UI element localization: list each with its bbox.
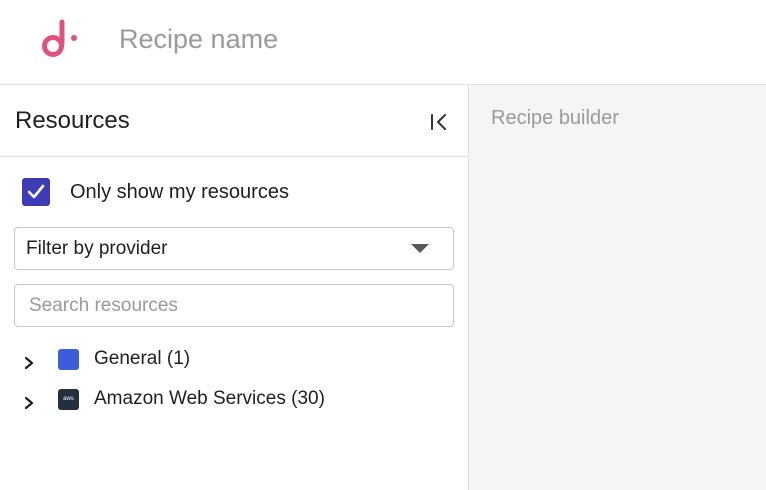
resources-sidebar: Resources Only show my resources Filter …: [0, 85, 469, 490]
d-logo-icon[interactable]: [38, 18, 82, 62]
only-show-mine-checkbox[interactable]: [22, 178, 50, 206]
chevron-right-icon[interactable]: [22, 394, 36, 412]
only-show-mine-label: Only show my resources: [70, 180, 289, 203]
tree-item-general[interactable]: General (1): [0, 343, 468, 383]
top-bar: Recipe name: [0, 0, 766, 85]
sidebar-header: Resources: [0, 85, 468, 157]
resource-tree: General (1) aws Amazon Web Services (30): [0, 343, 468, 423]
aws-icon: aws: [58, 389, 79, 410]
chevron-right-icon[interactable]: [22, 354, 36, 372]
dropdown-arrow-icon: [411, 244, 429, 253]
general-square-icon: [58, 349, 79, 370]
sidebar-title: Resources: [15, 107, 130, 134]
recipe-builder-panel: Recipe builder: [469, 85, 766, 490]
tree-item-aws[interactable]: aws Amazon Web Services (30): [0, 383, 468, 423]
collapse-left-icon[interactable]: [426, 109, 452, 135]
provider-filter-select[interactable]: Filter by provider: [14, 227, 454, 270]
tree-item-label: General (1): [94, 348, 191, 369]
builder-title: Recipe builder: [491, 107, 619, 129]
only-show-mine-toggle[interactable]: Only show my resources: [22, 177, 289, 207]
provider-filter-value: Filter by provider: [26, 238, 168, 259]
checkmark-icon: [27, 184, 45, 199]
search-resources-input[interactable]: [14, 284, 454, 327]
tree-item-label: Amazon Web Services (30): [94, 388, 325, 409]
recipe-name[interactable]: Recipe name: [119, 22, 278, 56]
